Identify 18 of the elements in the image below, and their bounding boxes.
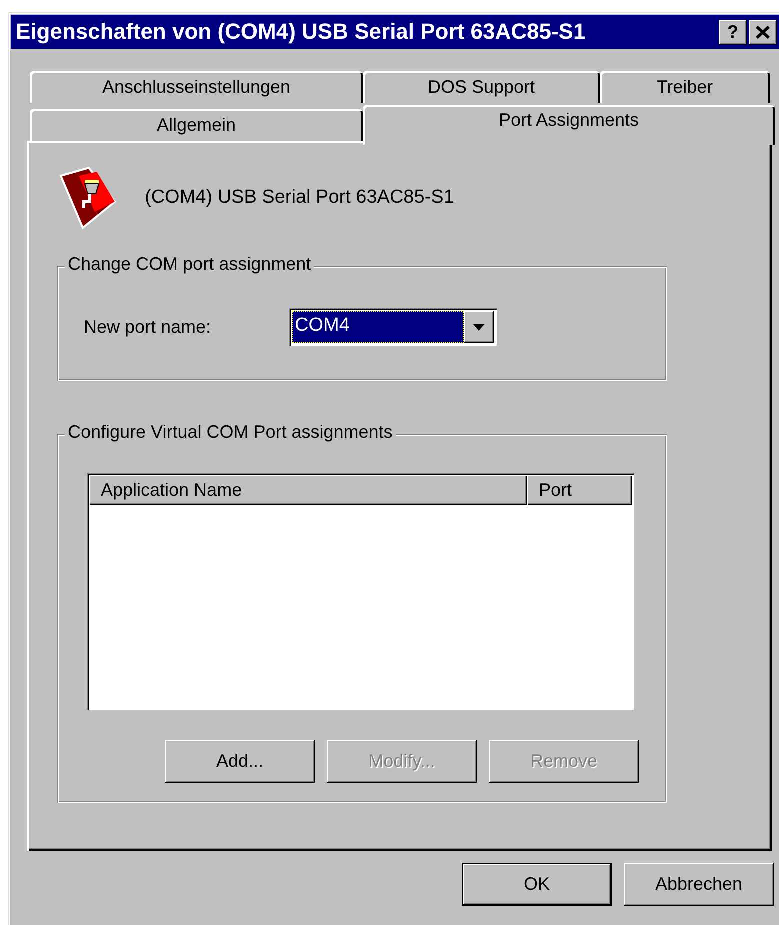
column-header[interactable]: Application Name [89, 475, 527, 505]
tab[interactable]: Anschlusseinstellungen [30, 71, 363, 103]
tab[interactable]: Treiber [600, 71, 770, 103]
tab[interactable]: DOS Support [363, 71, 600, 103]
list-view[interactable]: Application Name Port [87, 473, 634, 710]
button[interactable]: Abbrechen [624, 863, 774, 906]
button[interactable]: OK [462, 863, 612, 906]
device-name: (COM4) USB Serial Port 63AC85-S1 [145, 187, 454, 209]
window-title: Eigenschaften von (COM4) USB Serial Port 63AC85-S1 [16, 19, 587, 45]
group-legend: Configure Virtual COM Port assignments [65, 422, 396, 443]
tab[interactable]: Allgemein [30, 109, 363, 141]
group-legend: Change COM port assignment [65, 254, 314, 275]
field-label: New port name: [84, 316, 212, 338]
column-header[interactable]: Port [527, 475, 632, 505]
port-dropdown[interactable]: COM4 [289, 308, 497, 346]
tab[interactable]: Port Assignments [363, 105, 775, 145]
help-button[interactable]: ? [719, 20, 747, 44]
button[interactable]: Add... [165, 740, 315, 783]
